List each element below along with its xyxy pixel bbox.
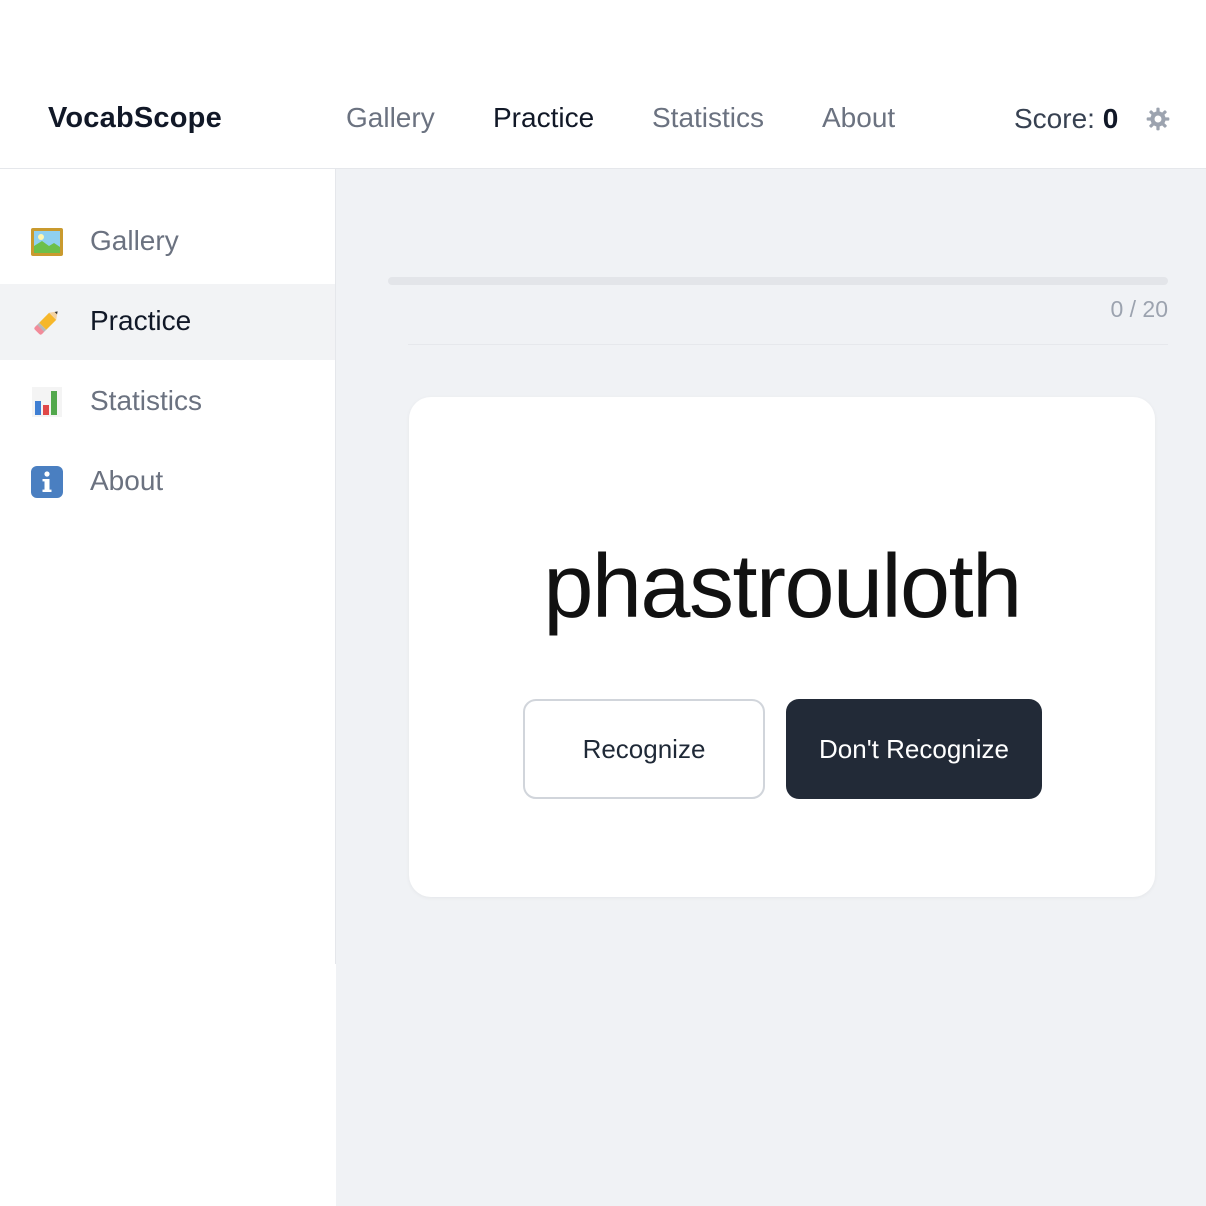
- sidebar-item-about[interactable]: About: [0, 444, 335, 520]
- score-display: Score: 0: [1014, 103, 1118, 135]
- gear-icon[interactable]: [1145, 106, 1171, 132]
- sidebar: Gallery Practice Statistics About: [0, 169, 336, 964]
- score-value: 0: [1102, 103, 1119, 134]
- flashcard: phastrouloth Recognize Don't Recognize: [409, 397, 1155, 897]
- sidebar-item-statistics[interactable]: Statistics: [0, 364, 335, 440]
- top-nav-gallery[interactable]: Gallery: [346, 102, 435, 134]
- framed-picture-icon: [30, 225, 64, 259]
- vocab-word: phastrouloth: [543, 537, 1022, 637]
- dont-recognize-button[interactable]: Don't Recognize: [786, 699, 1042, 799]
- bar-chart-icon: [30, 385, 64, 419]
- sidebar-item-label: About: [90, 465, 164, 496]
- progress-counter: 0 / 20: [1110, 296, 1168, 322]
- main-content: 0 / 20 phastrouloth Recognize Don't Reco…: [336, 169, 1206, 1206]
- sidebar-item-gallery[interactable]: Gallery: [0, 204, 335, 280]
- progress-bar: [388, 277, 1168, 285]
- sidebar-item-label: Statistics: [90, 385, 203, 416]
- top-nav-statistics[interactable]: Statistics: [652, 102, 764, 134]
- info-icon: [30, 465, 64, 499]
- pencil-icon: [30, 305, 64, 339]
- sidebar-item-label: Gallery: [90, 225, 179, 256]
- score-label: Score:: [1014, 103, 1095, 134]
- recognize-button[interactable]: Recognize: [523, 699, 765, 799]
- divider: [408, 344, 1168, 345]
- top-nav-practice[interactable]: Practice: [493, 102, 594, 134]
- sidebar-item-practice[interactable]: Practice: [0, 284, 335, 360]
- app-logo[interactable]: VocabScope: [48, 102, 222, 135]
- top-nav-about[interactable]: About: [822, 102, 895, 134]
- sidebar-item-label: Practice: [90, 305, 192, 336]
- app-header: VocabScope Gallery Practice Statistics A…: [0, 68, 1206, 169]
